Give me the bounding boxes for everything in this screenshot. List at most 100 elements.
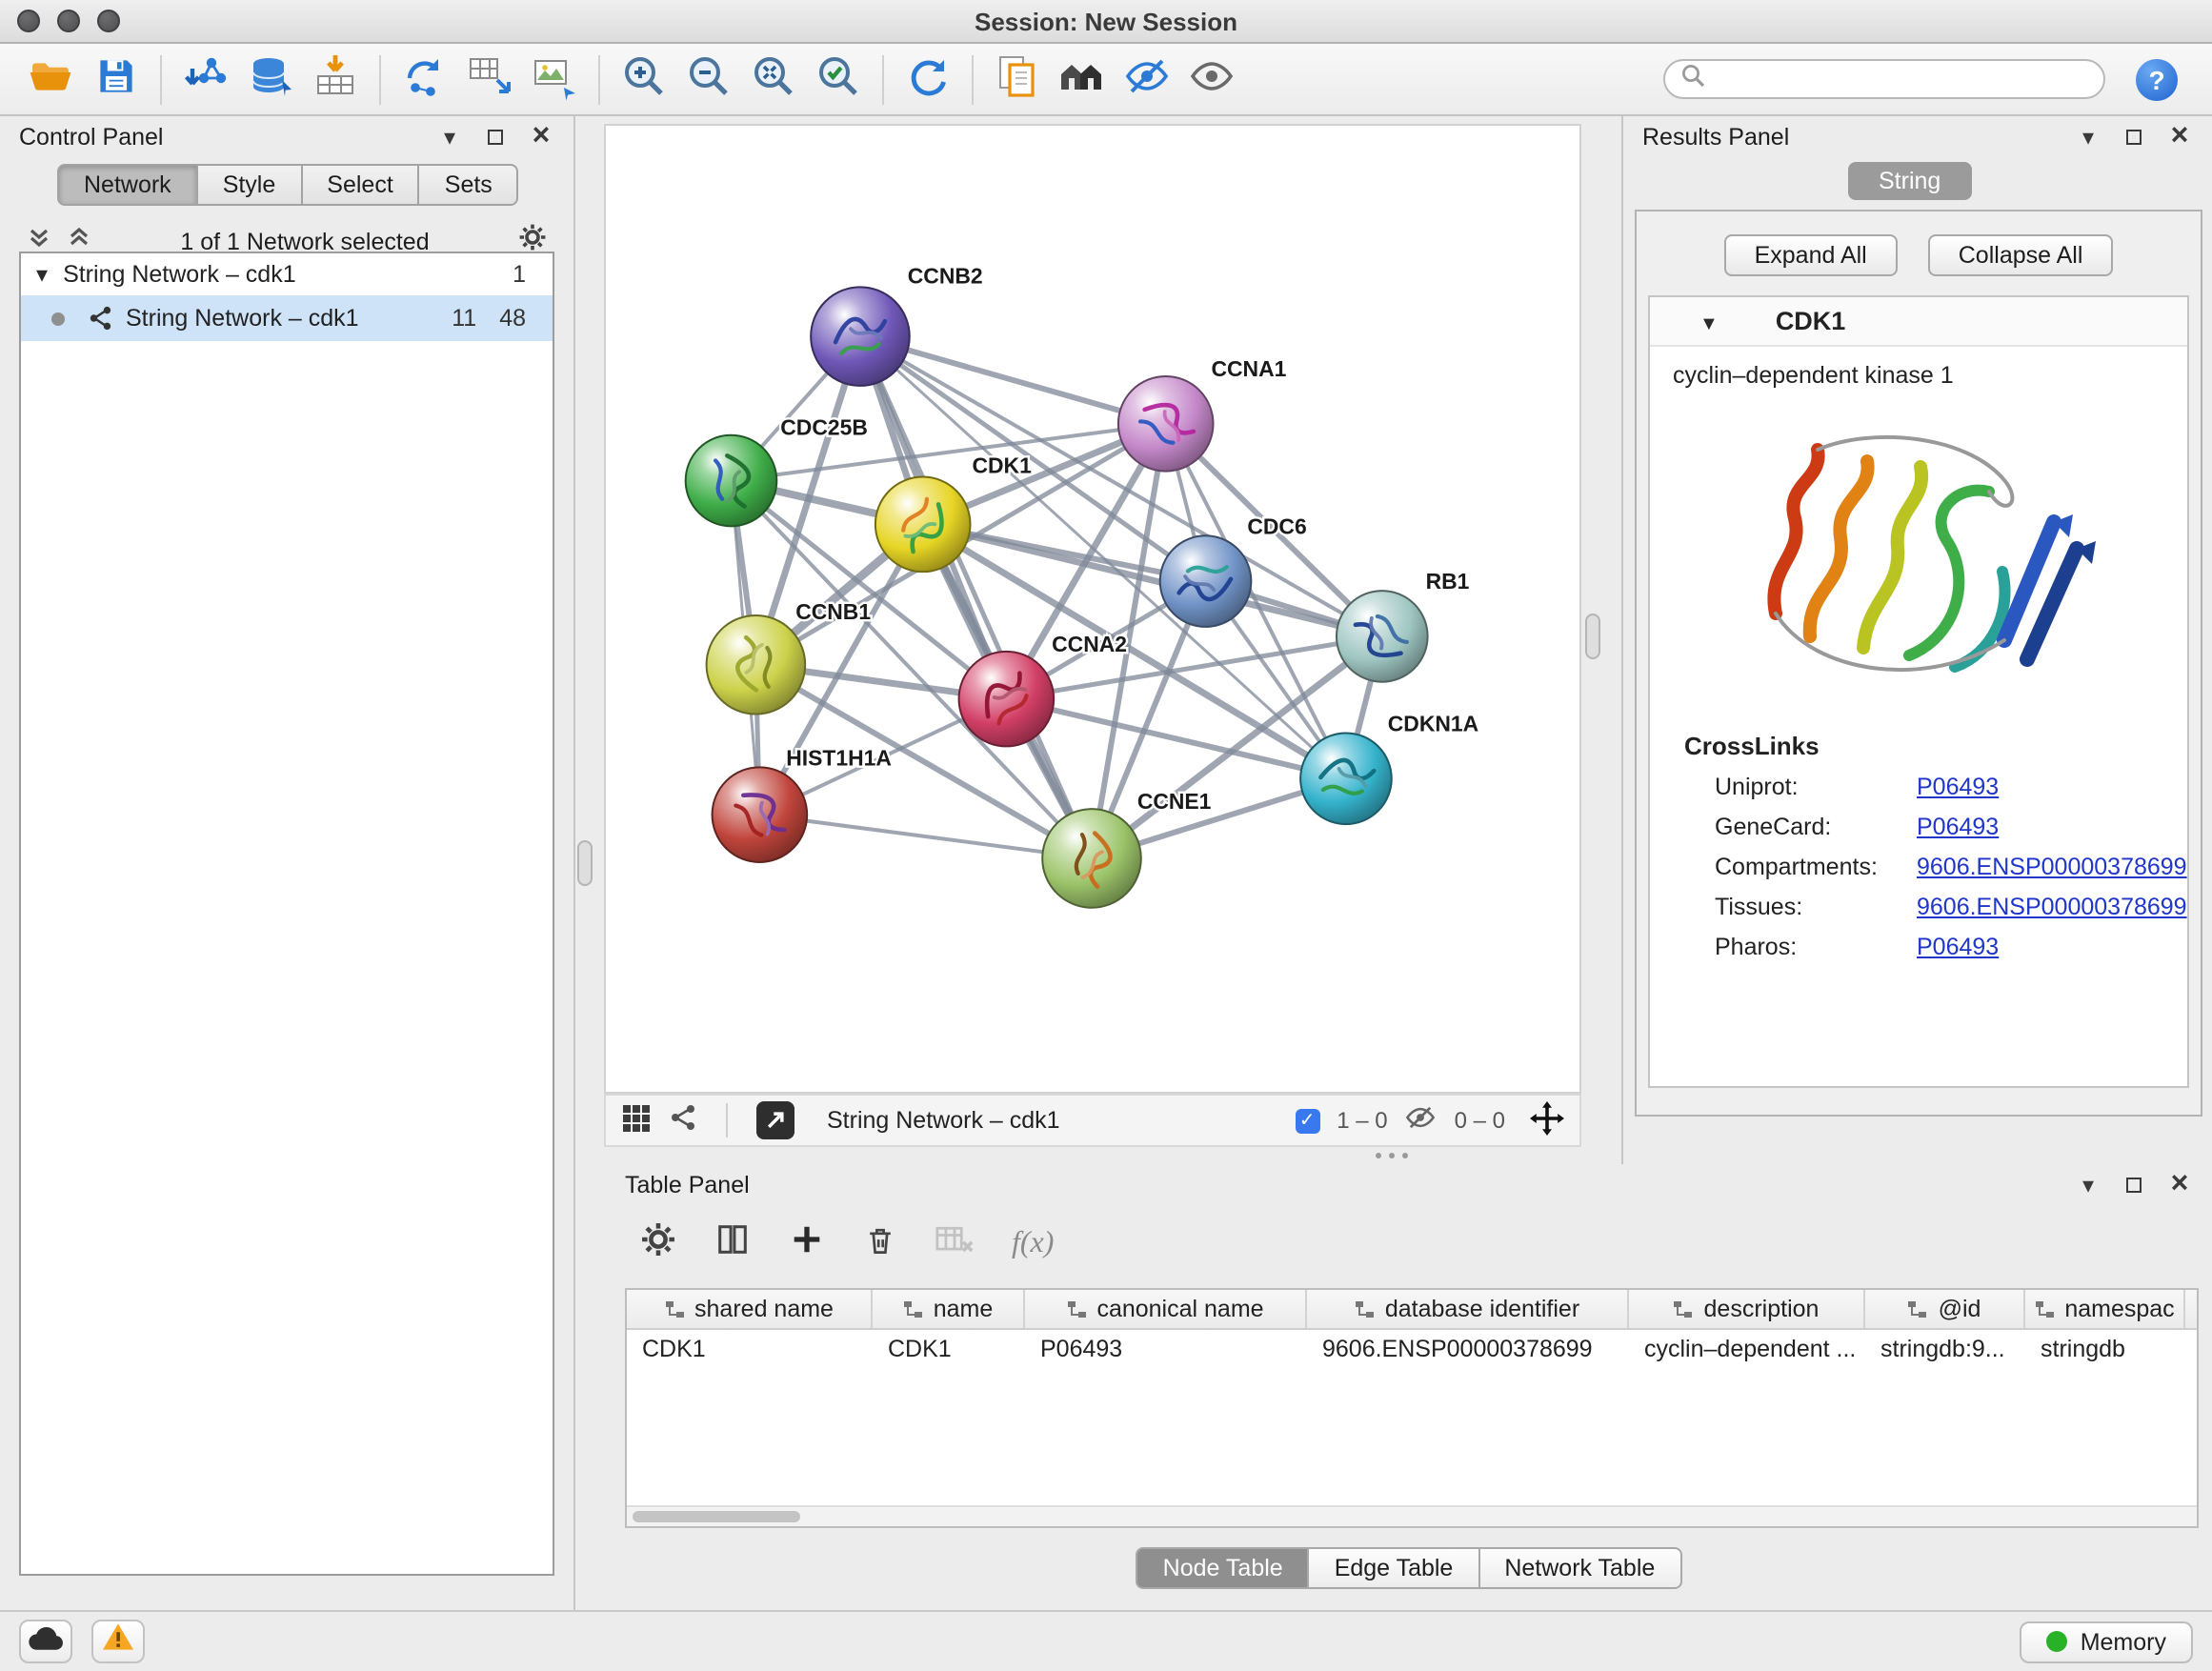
selected-checkbox-icon[interactable] <box>1295 1108 1319 1133</box>
window-close-button[interactable] <box>17 10 40 32</box>
table-cell[interactable]: CDK1 <box>627 1336 873 1362</box>
network-node-CDK1[interactable]: CDK1 <box>875 453 1032 573</box>
table-cell[interactable]: CDK1 <box>873 1336 1025 1362</box>
import-network-file-button[interactable] <box>173 49 238 110</box>
export-image-button[interactable] <box>522 49 587 110</box>
tab-network-table[interactable]: Network Table <box>1479 1547 1681 1589</box>
crosslink-link[interactable]: 9606.ENSP00000378699 <box>1917 854 2187 880</box>
show-button[interactable] <box>1179 49 1244 110</box>
window-minimize-button[interactable] <box>57 10 80 32</box>
panel-close-button[interactable] <box>528 124 554 151</box>
column-header-description[interactable]: description <box>1629 1290 1865 1328</box>
import-table-button[interactable] <box>303 49 368 110</box>
home-button[interactable] <box>1050 49 1115 110</box>
tab-select[interactable]: Select <box>302 164 420 206</box>
open-in-window-button[interactable] <box>756 1101 794 1139</box>
disclosure-triangle-icon[interactable] <box>1699 304 1719 338</box>
crosslink-link[interactable]: P06493 <box>1917 814 1999 840</box>
zoom-fit-button[interactable] <box>741 49 806 110</box>
network-node-CCNB2[interactable]: CCNB2 <box>811 263 982 386</box>
panel-float-button[interactable] <box>482 124 509 151</box>
zoom-in-button[interactable] <box>612 49 676 110</box>
horizontal-scrollbar[interactable] <box>627 1505 2197 1526</box>
panel-collapse-button[interactable] <box>2075 1172 2101 1198</box>
protein-card-header[interactable]: CDK1 <box>1650 297 2187 347</box>
panel-close-button[interactable] <box>2166 1172 2193 1198</box>
table-cell[interactable]: cyclin–dependent ... <box>1629 1336 1865 1362</box>
search-box[interactable] <box>1663 59 2105 99</box>
disclosure-triangle-icon[interactable] <box>36 261 48 288</box>
network-collection-row[interactable]: String Network – cdk1 1 <box>21 253 553 295</box>
panel-collapse-button[interactable] <box>436 124 463 151</box>
add-column-icon[interactable] <box>789 1221 825 1267</box>
hide-unhide-button[interactable] <box>1115 49 1179 110</box>
import-network-database-button[interactable] <box>238 49 303 110</box>
collapse-all-button[interactable]: Collapse All <box>1928 234 2114 276</box>
panel-collapse-button[interactable] <box>2075 124 2101 151</box>
splitter-handle-left[interactable] <box>577 840 593 886</box>
table-cell[interactable]: stringdb <box>2025 1336 2185 1362</box>
crosslink-link[interactable]: P06493 <box>1917 934 1999 960</box>
expand-all-button[interactable]: Expand All <box>1724 234 1898 276</box>
title-bar: Session: New Session <box>0 0 2212 44</box>
network-node-CCNA1[interactable]: CCNA1 <box>1118 356 1287 472</box>
column-header--id[interactable]: @id <box>1865 1290 2025 1328</box>
network-edge-CCNA2-CDKN1A[interactable] <box>1006 699 1346 779</box>
network-node-CDKN1A[interactable]: CDKN1A <box>1300 711 1478 824</box>
column-header-name[interactable]: name <box>873 1290 1025 1328</box>
search-input[interactable] <box>1715 66 2088 92</box>
window-zoom-button[interactable] <box>97 10 120 32</box>
network-node-HIST1H1A[interactable]: HIST1H1A <box>713 745 892 862</box>
table-splitter-handle[interactable] <box>1376 1153 1408 1158</box>
scrollbar-thumb[interactable] <box>633 1511 800 1522</box>
network-node-RB1[interactable]: RB1 <box>1337 569 1470 682</box>
crosslink-row: Compartments: 9606.ENSP00000378699 <box>1715 854 2187 880</box>
panel-float-button[interactable] <box>2121 1172 2147 1198</box>
tab-sets[interactable]: Sets <box>420 164 519 206</box>
network-canvas[interactable]: CCNB2CCNA1CDC25BCDK1CDC6RB1CCNB1CCNA2CDK… <box>604 124 1581 1094</box>
crosslink-label: Pharos: <box>1715 934 1917 960</box>
network-row-selected[interactable]: String Network – cdk1 11 48 <box>21 295 553 341</box>
table-settings-gear-icon[interactable] <box>640 1221 676 1267</box>
table-cell[interactable]: stringdb:9... <box>1865 1336 2025 1362</box>
new-network-button[interactable] <box>392 49 457 110</box>
help-button[interactable] <box>2136 58 2178 100</box>
hidden-eye-slash-icon[interactable] <box>1405 1103 1438 1137</box>
column-header-namespac[interactable]: namespac <box>2025 1290 2185 1328</box>
panel-close-button[interactable] <box>2166 124 2193 151</box>
results-tab-string[interactable]: String <box>1848 162 1971 200</box>
zoom-selected-button[interactable] <box>806 49 871 110</box>
eye-icon <box>1187 51 1237 107</box>
column-header-canonical-name[interactable]: canonical name <box>1025 1290 1307 1328</box>
warnings-button[interactable] <box>91 1620 145 1663</box>
copy-document-button[interactable] <box>985 49 1050 110</box>
show-columns-icon[interactable] <box>714 1221 751 1267</box>
network-graph[interactable]: CCNB2CCNA1CDC25BCDK1CDC6RB1CCNB1CCNA2CDK… <box>606 126 1579 1092</box>
cloud-status-button[interactable] <box>19 1620 72 1663</box>
crosslink-link[interactable]: P06493 <box>1917 774 1999 800</box>
delete-column-icon[interactable] <box>863 1222 897 1266</box>
function-builder-button[interactable]: f(x) <box>1012 1227 1054 1261</box>
save-session-button[interactable] <box>84 49 149 110</box>
tab-style[interactable]: Style <box>198 164 303 206</box>
network-edge-CCNB2-CCNE1[interactable] <box>860 336 1092 858</box>
network-from-table-button[interactable] <box>457 49 522 110</box>
open-session-button[interactable] <box>19 49 84 110</box>
refresh-layout-button[interactable] <box>895 49 960 110</box>
pan-crosshair-icon[interactable] <box>1530 1100 1564 1140</box>
grid-view-icon[interactable] <box>621 1102 652 1138</box>
table-row[interactable]: CDK1CDK1P064939606.ENSP00000378699cyclin… <box>627 1330 2197 1368</box>
zoom-out-button[interactable] <box>676 49 741 110</box>
panel-float-button[interactable] <box>2121 124 2147 151</box>
splitter-handle-right[interactable] <box>1585 614 1600 659</box>
memory-button[interactable]: Memory <box>2020 1621 2193 1662</box>
share-network-icon[interactable] <box>669 1103 697 1137</box>
table-cell[interactable]: P06493 <box>1025 1336 1307 1362</box>
tab-node-table[interactable]: Node Table <box>1136 1547 1310 1589</box>
column-header-shared-name[interactable]: shared name <box>627 1290 873 1328</box>
table-cell[interactable]: 9606.ENSP00000378699 <box>1307 1336 1629 1362</box>
tab-edge-table[interactable]: Edge Table <box>1310 1547 1480 1589</box>
crosslink-link[interactable]: 9606.ENSP00000378699 <box>1917 894 2187 920</box>
column-header-database-identifier[interactable]: database identifier <box>1307 1290 1629 1328</box>
tab-network[interactable]: Network <box>57 164 198 206</box>
